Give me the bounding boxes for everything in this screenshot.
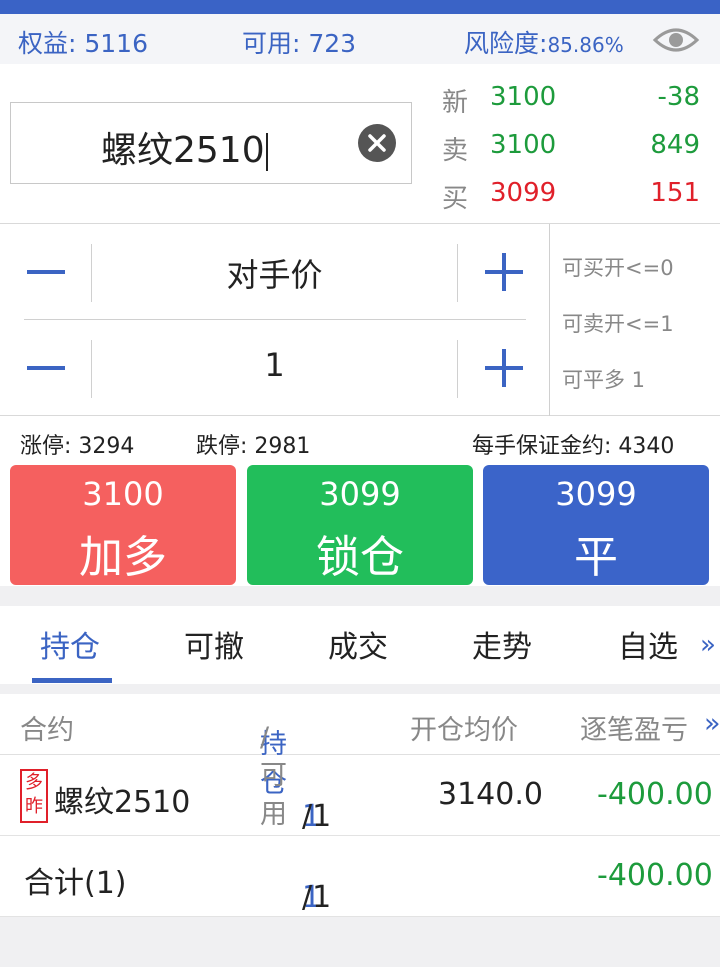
tab-watchlist[interactable]: 自选 [618, 622, 678, 666]
quote-panel: 螺纹2510 新 3100 -38 卖 3100 849 买 3099 151 [0, 64, 720, 224]
table-total-row: 合计(1) 1/1 -400.00 [0, 836, 720, 917]
symbol-text: 螺纹2510 [101, 121, 268, 173]
tab-indicator [32, 678, 112, 683]
close-position-button[interactable]: 3099 平 [483, 465, 709, 585]
price-type-field[interactable]: 对手价 [92, 250, 457, 296]
equity-value: 权益: 5116 [18, 29, 148, 58]
row-contract: 螺纹2510 [54, 785, 191, 820]
total-pnl: -400.00 [597, 858, 713, 893]
col-avg-price[interactable]: 开仓均价 [410, 708, 518, 747]
quote-label: 卖 [442, 136, 469, 166]
quote-row-bid: 买 3099 151 [440, 174, 710, 222]
eye-icon[interactable] [652, 26, 700, 54]
quantity-stepper: 1 [24, 320, 526, 416]
price-limits-bar: 涨停: 3294 跌停: 2981 每手保证金约: 4340 [0, 416, 720, 464]
quote-price: 3100 [490, 130, 557, 160]
symbol-input[interactable]: 螺纹2510 [10, 102, 412, 184]
add-long-button[interactable]: 3100 加多 [10, 465, 236, 585]
quote-volume: -38 [657, 82, 700, 112]
risk-value: 85.86% [547, 33, 624, 57]
quote-volume: 849 [650, 130, 700, 160]
available-value: 可用: 723 [242, 29, 357, 58]
text-caret [265, 133, 268, 171]
order-limits: 可买开<=0 可卖开<=1 可平多 1 [549, 224, 720, 416]
table-more-icon[interactable]: » [704, 708, 720, 739]
table-row[interactable]: 多 昨 螺纹2510 1/1 3140.0 -400.00 [0, 755, 720, 836]
risk-degree: 风险度:85.86% [464, 24, 624, 60]
price-minus-button[interactable] [27, 270, 65, 274]
status-bar [0, 0, 720, 14]
quote-price: 3099 [490, 178, 557, 208]
quote-row-ask: 卖 3100 849 [440, 126, 710, 174]
quote-label: 新 [442, 88, 469, 118]
quantity-plus-icon[interactable] [502, 349, 506, 387]
clear-icon[interactable] [358, 124, 396, 162]
tab-trend[interactable]: 走势 [472, 622, 532, 666]
trade-actions: 3100 加多 3099 锁仓 3099 平 [0, 464, 720, 586]
bottom-tabs: 持仓 可撤 成交 走势 自选 » [0, 606, 720, 684]
price-stepper: 对手价 [24, 224, 526, 320]
quantity-minus-button[interactable] [27, 366, 65, 370]
quote-volume: 151 [650, 178, 700, 208]
close-price: 3099 [555, 475, 637, 513]
quote-list: 新 3100 -38 卖 3100 849 买 3099 151 [440, 78, 710, 222]
close-label: 平 [574, 532, 618, 583]
can-close-long: 可平多 1 [562, 368, 646, 392]
tab-trades[interactable]: 成交 [328, 622, 388, 666]
lock-position-button[interactable]: 3099 锁仓 [247, 465, 473, 585]
margin-per-lot: 每手保证金约: 4340 [472, 434, 675, 459]
add-long-price: 3100 [82, 475, 164, 513]
can-buy-open: 可买开<=0 [562, 256, 674, 280]
total-label: 合计(1) [24, 866, 127, 901]
account-summary: 权益: 5116 可用: 723 风险度:85.86% [0, 14, 720, 64]
quote-price: 3100 [490, 82, 557, 112]
positions-table: 合约 持仓/可用 开仓均价 逐笔盈亏 » 多 昨 螺纹2510 1/1 3140… [0, 694, 720, 917]
row-avg-price: 3140.0 [438, 777, 543, 812]
col-pnl[interactable]: 逐笔盈亏 [580, 708, 688, 747]
quote-label: 买 [442, 184, 469, 214]
tab-positions[interactable]: 持仓 [40, 622, 100, 666]
can-sell-open: 可卖开<=1 [562, 312, 674, 336]
price-plus-icon[interactable] [502, 253, 506, 291]
risk-label: 风险度: [464, 29, 548, 58]
limit-down: 跌停: 2981 [196, 434, 311, 459]
col-contract[interactable]: 合约 [20, 708, 74, 747]
limit-up: 涨停: 3294 [20, 434, 135, 459]
long-yesterday-badge: 多 昨 [20, 769, 48, 823]
order-panel: 对手价 1 可买开<=0 可卖开<=1 可平多 1 [0, 224, 720, 416]
add-long-label: 加多 [79, 532, 167, 583]
row-pnl: -400.00 [597, 777, 713, 812]
lock-price: 3099 [319, 475, 401, 513]
table-header: 合约 持仓/可用 开仓均价 逐笔盈亏 » [0, 694, 720, 830]
lock-label: 锁仓 [316, 532, 404, 583]
tabs-more-icon[interactable]: » [700, 630, 716, 660]
quantity-field[interactable]: 1 [92, 346, 457, 384]
tab-cancelable[interactable]: 可撤 [184, 622, 244, 666]
quote-row-last: 新 3100 -38 [440, 78, 710, 126]
